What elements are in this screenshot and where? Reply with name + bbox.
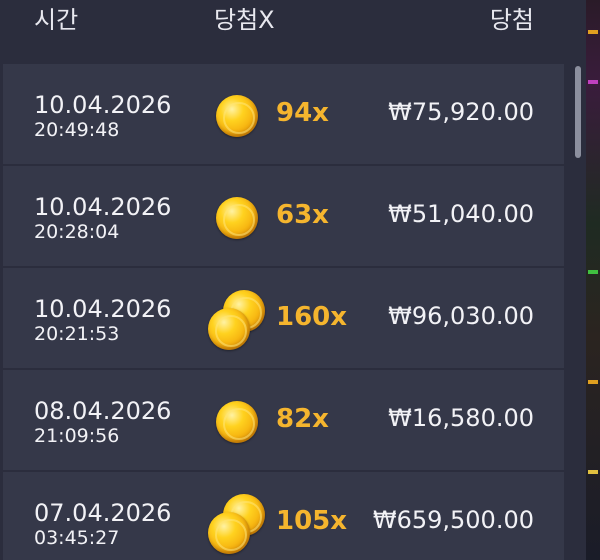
row-date: 07.04.2026 bbox=[34, 499, 172, 527]
row-date: 10.04.2026 bbox=[34, 91, 172, 119]
row-time: 20:28:04 bbox=[34, 221, 120, 243]
scrollbar[interactable] bbox=[575, 66, 581, 158]
table-row[interactable]: 08.04.2026 21:09:56 82x ₩16,580.00 bbox=[3, 370, 564, 470]
row-time: 20:49:48 bbox=[34, 119, 120, 141]
row-date: 08.04.2026 bbox=[34, 397, 172, 425]
table-row[interactable]: 10.04.2026 20:49:48 94x ₩75,920.00 bbox=[3, 64, 564, 164]
table-row[interactable]: 07.04.2026 03:45:27 105x ₩659,500.00 bbox=[3, 472, 564, 560]
table-header: 시간 당첨X 당첨 bbox=[0, 0, 580, 48]
row-date: 10.04.2026 bbox=[34, 295, 172, 323]
header-win: 당첨 bbox=[489, 6, 534, 34]
edge-decoration bbox=[588, 380, 598, 384]
row-time: 21:09:56 bbox=[34, 425, 120, 447]
table-row[interactable]: 10.04.2026 20:28:04 63x ₩51,040.00 bbox=[3, 166, 564, 266]
row-amount: ₩16,580.00 bbox=[388, 404, 534, 432]
win-history-list[interactable]: 10.04.2026 20:49:48 94x ₩75,920.00 10.04… bbox=[0, 48, 580, 560]
coin-icon bbox=[203, 392, 273, 452]
row-multiplier: 105x bbox=[276, 506, 348, 536]
row-multiplier: 94x bbox=[276, 98, 329, 128]
coin-icon bbox=[203, 86, 273, 146]
edge-decoration bbox=[588, 80, 598, 84]
row-date: 10.04.2026 bbox=[34, 193, 172, 221]
table-row[interactable]: 10.04.2026 20:21:53 160x ₩96,030.00 bbox=[3, 268, 564, 368]
edge-decoration bbox=[588, 470, 598, 474]
row-multiplier: 82x bbox=[276, 404, 329, 434]
row-amount: ₩96,030.00 bbox=[388, 302, 534, 330]
row-multiplier: 160x bbox=[276, 302, 348, 332]
coins-icon bbox=[203, 290, 273, 350]
header-multiplier: 당첨X bbox=[214, 6, 275, 34]
row-amount: ₩75,920.00 bbox=[388, 98, 534, 126]
row-time: 03:45:27 bbox=[34, 527, 120, 549]
coin-icon bbox=[203, 188, 273, 248]
row-amount: ₩51,040.00 bbox=[388, 200, 534, 228]
edge-decoration bbox=[588, 270, 598, 274]
edge-decoration bbox=[588, 30, 598, 34]
row-multiplier: 63x bbox=[276, 200, 329, 230]
row-amount: ₩659,500.00 bbox=[372, 506, 534, 534]
background-edge bbox=[586, 0, 600, 560]
row-time: 20:21:53 bbox=[34, 323, 120, 345]
header-time: 시간 bbox=[34, 6, 79, 34]
coins-icon bbox=[203, 494, 273, 554]
